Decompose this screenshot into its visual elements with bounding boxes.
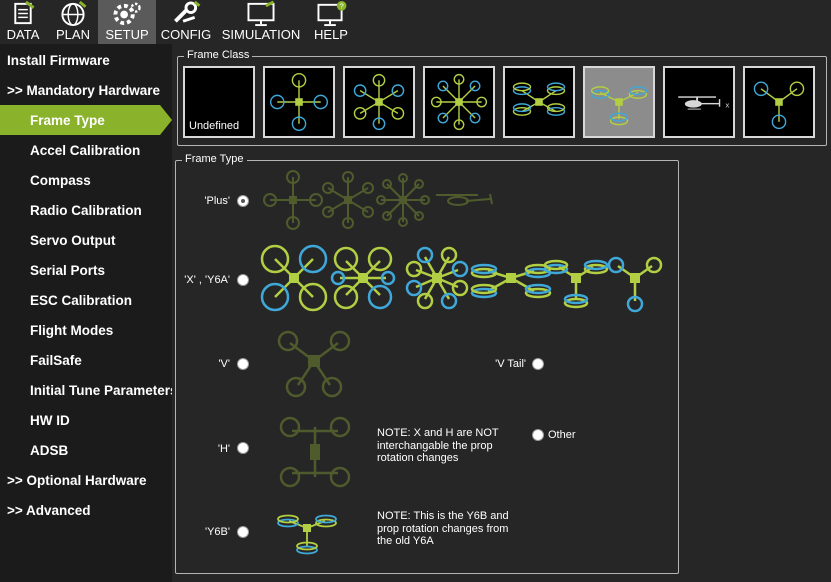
setup-label: SETUP (105, 27, 149, 42)
heli-frame-icon: x (678, 96, 729, 110)
tri-frame-icon (753, 81, 805, 130)
sidebar-item-compass[interactable]: Compass (0, 165, 172, 195)
frame-type-x-y6a-radio[interactable] (237, 274, 249, 286)
sidebar-item-advanced[interactable]: >> Advanced (0, 495, 172, 525)
frame-type-group: Frame Type 'Plus' 'X' , 'Y6A' 'V' 'V Tai… (175, 153, 679, 574)
frame-type-y6b-label: 'Y6B' (205, 526, 230, 538)
quad-frame-icon (269, 72, 329, 132)
frame-type-title: Frame Type (182, 153, 247, 165)
plan-label: PLAN (56, 27, 90, 42)
sidebar-item-label: Frame Type (30, 112, 105, 128)
frame-type-plus-label: 'Plus' (204, 195, 230, 207)
sidebar-item-radio-calibration[interactable]: Radio Calibration (0, 195, 172, 225)
sidebar-item-failsafe[interactable]: FailSafe (0, 345, 172, 375)
y6b-frame-image (277, 514, 337, 555)
frame-type-x-y6a-label: 'X' , 'Y6A' (184, 274, 230, 286)
plus-frames-image (263, 170, 493, 230)
sidebar-item-serial-ports[interactable]: Serial Ports (0, 255, 172, 285)
v-frame-image (277, 330, 351, 398)
sidebar-item-label: FailSafe (30, 352, 82, 368)
sidebar-item-hw-id[interactable]: HW ID (0, 405, 172, 435)
setup-gear-icon (113, 2, 141, 26)
sidebar-item-label: Radio Calibration (30, 202, 142, 218)
h-frame-image (279, 416, 351, 488)
y6-frame-icon (590, 86, 648, 126)
frame-class-undefined-label: Undefined (189, 120, 240, 132)
frame-setup-panel: Frame Class Undefined x Frame Type 'Plus… (172, 44, 831, 582)
x-y6a-frames-image (260, 244, 663, 313)
simulation-button[interactable]: SIMULATION (218, 0, 304, 44)
data-button[interactable]: DATA (0, 0, 46, 44)
sidebar-item-frame-type[interactable]: Frame Type (0, 105, 172, 135)
plan-globe-icon (61, 0, 87, 27)
sidebar-item-label: Initial Tune Parameters (30, 382, 172, 398)
sidebar-item-label: Accel Calibration (30, 142, 141, 158)
sidebar: Install Firmware >> Mandatory Hardware F… (0, 44, 172, 582)
octaquad-frame-icon (512, 82, 566, 116)
frame-class-quad[interactable] (263, 66, 335, 138)
svg-text:x: x (725, 101, 729, 110)
sidebar-item-initial-tune-parameters[interactable]: Initial Tune Parameters (0, 375, 172, 405)
top-toolbar: DATA PLAN SETUP CONFIG SIMULATION ? HELP (0, 0, 831, 44)
sidebar-item-label: HW ID (30, 412, 70, 428)
frame-class-undefined[interactable]: Undefined (183, 66, 255, 138)
plan-button[interactable]: PLAN (50, 0, 96, 44)
sidebar-item-optional-hardware[interactable]: >> Optional Hardware (0, 465, 172, 495)
octa-frame-icon (430, 73, 488, 131)
sidebar-item-label: Install Firmware (7, 52, 110, 68)
sidebar-item-label: ADSB (30, 442, 69, 458)
sidebar-item-label: Servo Output (30, 232, 116, 248)
frame-type-y6b-note: NOTE: This is the Y6B and prop rotation … (377, 510, 509, 547)
data-label: DATA (6, 27, 40, 42)
data-icon (14, 0, 35, 25)
config-label: CONFIG (160, 27, 212, 42)
frame-class-octaquad[interactable] (503, 66, 575, 138)
simulation-monitor-icon (247, 0, 275, 27)
frame-class-title: Frame Class (184, 49, 253, 61)
frame-class-hexa[interactable] (343, 66, 415, 138)
frame-type-vtail-radio[interactable] (532, 358, 544, 370)
help-button[interactable]: ? HELP (308, 0, 354, 44)
frame-class-y6[interactable] (583, 66, 655, 138)
sidebar-item-install-firmware[interactable]: Install Firmware (0, 45, 172, 75)
sidebar-item-label: >> Advanced (7, 502, 91, 518)
simulation-label: SIMULATION (221, 27, 301, 42)
sidebar-item-label: Serial Ports (30, 262, 106, 278)
frame-type-v-radio[interactable] (237, 358, 249, 370)
sidebar-item-label: Compass (30, 172, 91, 188)
sidebar-item-flight-modes[interactable]: Flight Modes (0, 315, 172, 345)
frame-type-h-label: 'H' (217, 443, 230, 455)
frame-type-y6b-radio[interactable] (237, 526, 249, 538)
frame-type-vtail-label: 'V Tail' (495, 358, 526, 370)
sidebar-item-label: >> Optional Hardware (7, 472, 147, 488)
sidebar-item-servo-output[interactable]: Servo Output (0, 225, 172, 255)
sidebar-item-mandatory-hardware[interactable]: >> Mandatory Hardware (0, 75, 172, 105)
sidebar-item-label: ESC Calibration (30, 292, 133, 308)
hexa-frame-icon (353, 73, 405, 131)
sidebar-item-accel-calibration[interactable]: Accel Calibration (0, 135, 172, 165)
frame-type-v-label: 'V' (218, 358, 230, 370)
config-button[interactable]: CONFIG (158, 0, 214, 44)
sidebar-item-adsb[interactable]: ADSB (0, 435, 172, 465)
frame-type-other-label: Other (548, 429, 576, 441)
help-label: HELP (314, 27, 348, 42)
help-monitor-icon: ? (317, 0, 347, 27)
svg-text:?: ? (339, 2, 343, 11)
frame-type-h-radio[interactable] (237, 442, 249, 454)
frame-class-heli[interactable]: x (663, 66, 735, 138)
frame-type-plus-radio[interactable] (237, 195, 249, 207)
setup-button[interactable]: SETUP (98, 0, 156, 44)
sidebar-item-label: >> Mandatory Hardware (7, 82, 161, 98)
frame-type-h-note: NOTE: X and H are NOT interchangable the… (377, 427, 499, 464)
sidebar-item-label: Flight Modes (30, 322, 114, 338)
frame-type-other-radio[interactable] (532, 429, 544, 441)
config-wrench-icon (174, 0, 201, 23)
frame-class-group: Frame Class Undefined x (177, 49, 827, 146)
sidebar-item-esc-calibration[interactable]: ESC Calibration (0, 285, 172, 315)
frame-class-tri[interactable] (743, 66, 815, 138)
frame-class-octa[interactable] (423, 66, 495, 138)
